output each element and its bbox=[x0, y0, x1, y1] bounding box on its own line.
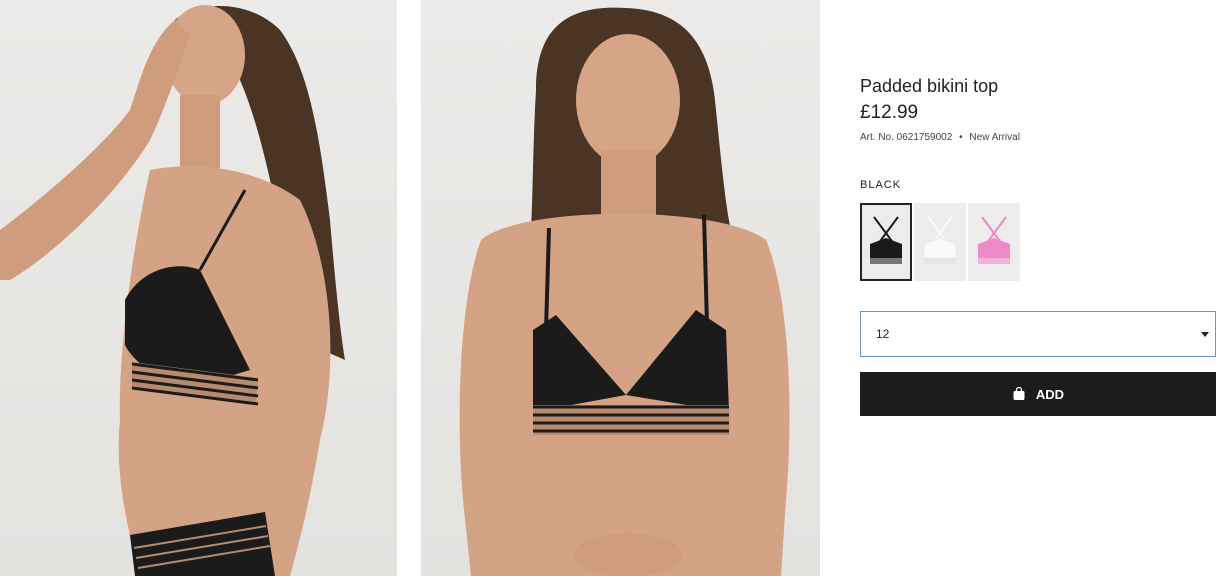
product-image-front-view[interactable] bbox=[421, 0, 820, 576]
chevron-down-icon bbox=[1201, 332, 1209, 337]
black-bikini-thumbnail bbox=[870, 216, 902, 264]
product-details-panel: Padded bikini top £12.99 Art. No. 062175… bbox=[860, 0, 1216, 576]
color-swatch-white[interactable] bbox=[914, 203, 966, 281]
white-bikini-thumbnail bbox=[923, 216, 957, 264]
product-meta: Art. No. 0621759002 • New Arrival bbox=[860, 132, 1020, 143]
selected-color-label: BLACK bbox=[860, 179, 902, 191]
product-title: Padded bikini top bbox=[860, 76, 999, 96]
article-number: Art. No. 0621759002 bbox=[860, 132, 953, 143]
color-swatches bbox=[860, 203, 1020, 281]
size-select[interactable]: 12 bbox=[860, 311, 1216, 357]
size-select-value: 12 bbox=[876, 327, 890, 341]
product-image-side-view[interactable] bbox=[0, 0, 397, 576]
meta-separator: • bbox=[959, 132, 963, 143]
color-swatch-black[interactable] bbox=[860, 203, 912, 281]
model-side-view-illustration bbox=[0, 5, 345, 576]
new-arrival-badge: New Arrival bbox=[969, 132, 1020, 143]
color-swatch-pink[interactable] bbox=[968, 203, 1020, 281]
model-front-view-illustration bbox=[459, 7, 790, 576]
product-price: £12.99 bbox=[860, 102, 919, 123]
add-button-label: ADD bbox=[1035, 386, 1065, 402]
pink-bikini-thumbnail bbox=[978, 216, 1010, 264]
shopping-bag-icon bbox=[1013, 387, 1025, 400]
add-to-cart-button[interactable]: ADD bbox=[860, 372, 1216, 416]
